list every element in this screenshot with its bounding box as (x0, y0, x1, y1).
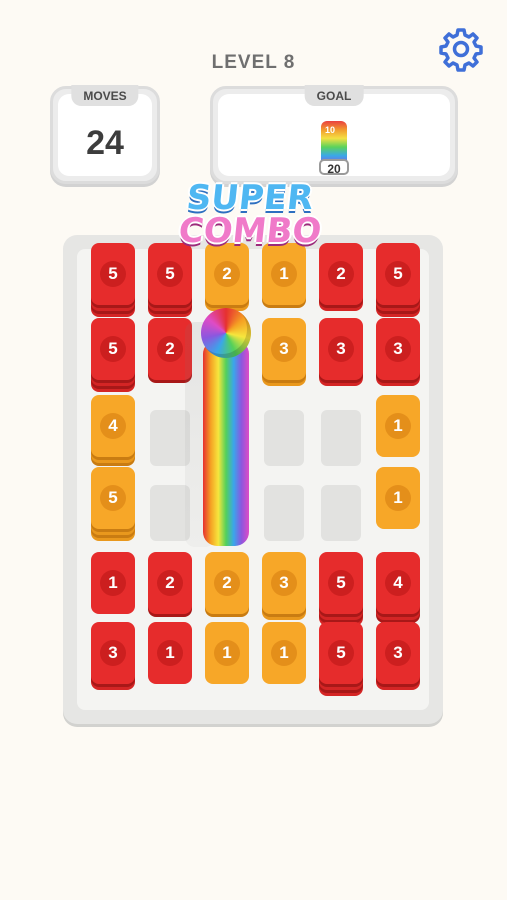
tile-stack[interactable]: 3 (262, 318, 306, 386)
settings-gear-icon[interactable] (438, 26, 484, 72)
tile-value: 2 (157, 336, 183, 362)
tile-stack[interactable]: 5 (91, 243, 135, 317)
moves-panel: MOVES 24 (50, 85, 160, 184)
tile-stack[interactable]: 4 (91, 395, 135, 466)
tile-value: 1 (271, 261, 297, 287)
tile-stack[interactable]: 3 (91, 622, 135, 690)
empty-slot[interactable] (150, 410, 190, 466)
tile-value: 2 (157, 570, 183, 596)
tile-value: 4 (100, 413, 126, 439)
tile-stack[interactable]: 5 (319, 622, 363, 696)
tile-stack[interactable]: 4 (376, 552, 420, 623)
tile-value: 5 (328, 640, 354, 666)
empty-slot[interactable] (264, 485, 304, 541)
tile-value: 1 (157, 640, 183, 666)
tile-value: 2 (214, 261, 240, 287)
tile-stack[interactable]: 1 (376, 467, 420, 529)
tile-value: 3 (100, 640, 126, 666)
tile-value: 5 (157, 261, 183, 287)
tile-stack[interactable]: 1 (205, 622, 249, 684)
rainbow-ball-icon (201, 308, 251, 358)
tile-stack[interactable]: 2 (205, 243, 249, 311)
tile-value: 4 (385, 570, 411, 596)
tile-value: 5 (328, 570, 354, 596)
tile-value: 1 (385, 413, 411, 439)
tile-value: 3 (385, 336, 411, 362)
moves-label: MOVES (71, 85, 139, 106)
tile-value: 5 (100, 485, 126, 511)
empty-slot[interactable] (150, 485, 190, 541)
tile-value: 3 (328, 336, 354, 362)
tile-stack[interactable]: 3 (262, 552, 306, 620)
tile-stack[interactable]: 5 (148, 243, 192, 317)
goal-panel: GOAL 10 20 (210, 85, 458, 184)
tile-stack[interactable]: 3 (376, 318, 420, 386)
tile-value: 5 (385, 261, 411, 287)
moves-counter: 24 (86, 124, 124, 162)
tile-value: 1 (271, 640, 297, 666)
tile-value: 3 (385, 640, 411, 666)
goal-tile-top-value: 10 (325, 125, 336, 135)
tile-value: 1 (100, 570, 126, 596)
tile-stack[interactable]: 1 (91, 552, 135, 614)
tile-stack[interactable]: 2 (148, 552, 192, 617)
tile-stack[interactable]: 2 (205, 552, 249, 617)
tile-value: 1 (214, 640, 240, 666)
tile-stack[interactable]: 1 (148, 622, 192, 684)
goal-label: GOAL (304, 85, 364, 106)
tile-stack[interactable]: 5 (319, 552, 363, 626)
tile-stack[interactable]: 3 (319, 318, 363, 386)
tile-stack[interactable]: 5 (91, 318, 135, 392)
tile-stack[interactable]: 1 (262, 622, 306, 684)
tile-value: 3 (271, 570, 297, 596)
level-title: LEVEL 8 (211, 52, 296, 73)
tile-value: 1 (385, 485, 411, 511)
goal-rainbow-tile: 10 20 (319, 121, 349, 176)
tile-value: 2 (328, 261, 354, 287)
goal-target-value: 20 (319, 159, 349, 176)
banner-line-combo: COMBO (176, 211, 324, 251)
tile-value: 5 (100, 261, 126, 287)
tile-value: 3 (271, 336, 297, 362)
tile-stack[interactable]: 3 (376, 622, 420, 690)
super-combo-banner: SUPER COMBO (150, 178, 350, 251)
tile-stack[interactable]: 1 (376, 395, 420, 457)
empty-slot[interactable] (264, 410, 304, 466)
rainbow-combo-stack (203, 340, 249, 546)
tile-value: 5 (100, 336, 126, 362)
tile-stack[interactable]: 2 (319, 243, 363, 311)
tile-stack[interactable]: 5 (376, 243, 420, 317)
tile-value: 2 (214, 570, 240, 596)
tile-stack[interactable]: 1 (262, 243, 306, 308)
empty-slot[interactable] (321, 485, 361, 541)
empty-slot[interactable] (321, 410, 361, 466)
tile-stack[interactable]: 5 (91, 467, 135, 541)
